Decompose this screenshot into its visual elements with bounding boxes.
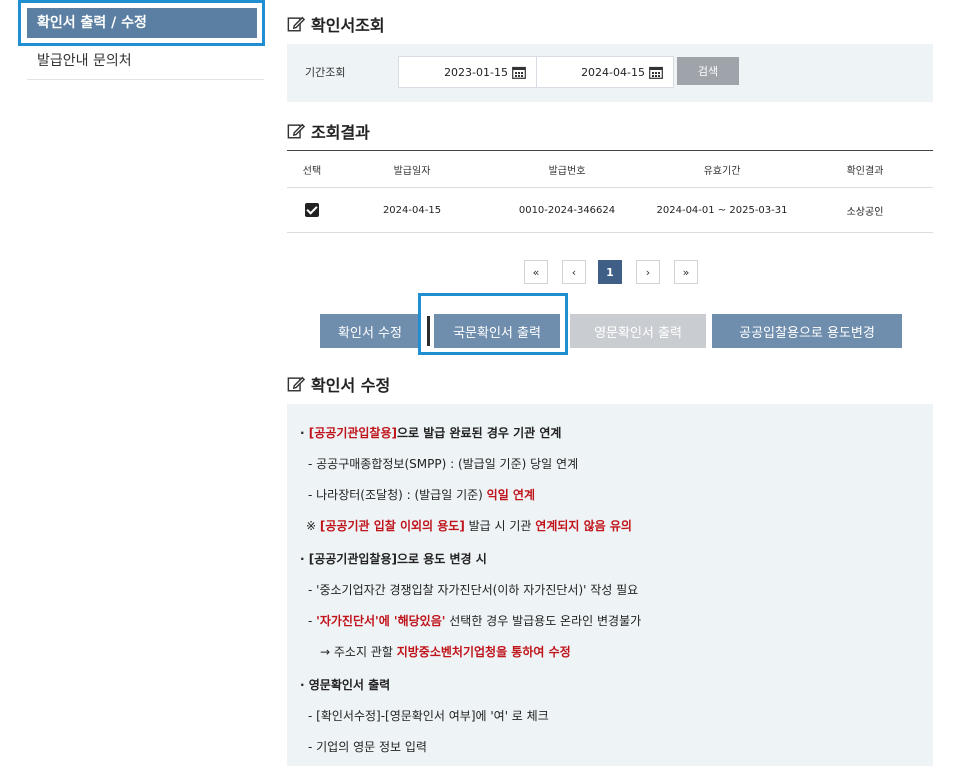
sidebar-item-label: 발급안내 문의처 — [37, 53, 132, 69]
edit-section-title: 확인서 수정 — [287, 372, 390, 396]
info-line: · [공공기관입찰용]으로 용도 변경 시 — [300, 552, 487, 566]
table-row: 2024-04-15 0010-2024-346624 2024-04-01 ~… — [287, 188, 933, 233]
issue-date-cell: 2024-04-15 — [382, 204, 442, 216]
info-line: - [확인서수정]-[영문확인서 여부]에 '여' 로 체크 — [308, 709, 549, 723]
validity-cell: 2024-04-01 ~ 2025-03-31 — [656, 204, 788, 216]
start-date-input[interactable]: 2023-01-15 — [398, 56, 537, 88]
change-to-public-bid-button[interactable]: 공공입찰용으로 용도변경 — [712, 314, 902, 348]
period-label: 기간조회 — [305, 66, 346, 79]
result-cell: 소상공인 — [846, 206, 884, 218]
info-line: · [공공기관입찰용]으로 발급 완료된 경우 기관 연계 — [300, 426, 562, 440]
info-line: - '자가진단서'에 '해당있음' 선택한 경우 발급용도 온라인 변경불가 — [308, 614, 642, 628]
results-table: 선택 발급일자 발급번호 유효기간 확인결과 2024-04-15 0010-2… — [287, 150, 933, 233]
info-line: - 기업의 영문 정보 입력 — [308, 740, 427, 754]
print-english-certificate-button[interactable]: 영문확인서 출력 — [570, 314, 706, 348]
search-section-title: 확인서조회 — [287, 12, 385, 36]
info-line: - '중소기업자간 경쟁입찰 자가진단서(이하 자가진단서)' 작성 필요 — [308, 583, 639, 597]
pagination-page-1[interactable]: 1 — [598, 260, 622, 284]
pagination-last-button[interactable]: » — [674, 260, 698, 284]
info-line: → 주소지 관할 지방중소벤처기업청을 통하여 수정 — [320, 645, 571, 659]
info-line: - 나라장터(조달청) : (발급일 기준) 익일 연계 — [308, 488, 535, 502]
edit-icon — [287, 376, 305, 392]
pagination-next-button[interactable]: › — [636, 260, 660, 284]
results-section-title: 조회결과 — [287, 119, 370, 143]
column-header: 선택 — [302, 165, 322, 177]
edit-certificate-button[interactable]: 확인서 수정 — [320, 314, 420, 348]
info-line: - 공공구매종합정보(SMPP) : (발급일 기준) 당일 연계 — [308, 457, 579, 471]
edit-icon — [287, 123, 305, 139]
pagination-prev-button[interactable]: ‹ — [562, 260, 586, 284]
highlight-box-print-button — [418, 293, 568, 355]
table-header: 선택 발급일자 발급번호 유효기간 확인결과 — [287, 150, 933, 188]
column-header: 발급일자 — [393, 165, 431, 177]
column-header: 발급번호 — [548, 165, 586, 177]
issue-number-cell: 0010-2024-346624 — [518, 204, 616, 216]
info-line: ※ [공공기관 입찰 이외의 용도] 발급 시 기관 연계되지 않음 유의 — [306, 519, 632, 533]
column-header: 확인결과 — [846, 165, 884, 177]
sidebar-item-issue-inquiry[interactable]: 발급안내 문의처 — [27, 48, 264, 80]
calendar-icon[interactable] — [512, 66, 526, 79]
pagination-first-button[interactable]: « — [524, 260, 548, 284]
info-line: · 영문확인서 출력 — [300, 678, 391, 692]
search-button[interactable]: 검색 — [677, 57, 739, 85]
end-date-input[interactable]: 2024-04-15 — [536, 56, 674, 88]
column-header: 유효기간 — [703, 165, 741, 177]
edit-icon — [287, 16, 305, 32]
row-select-checkbox[interactable] — [305, 203, 319, 217]
calendar-icon[interactable] — [649, 66, 663, 79]
highlight-box-sidebar — [18, 0, 265, 46]
